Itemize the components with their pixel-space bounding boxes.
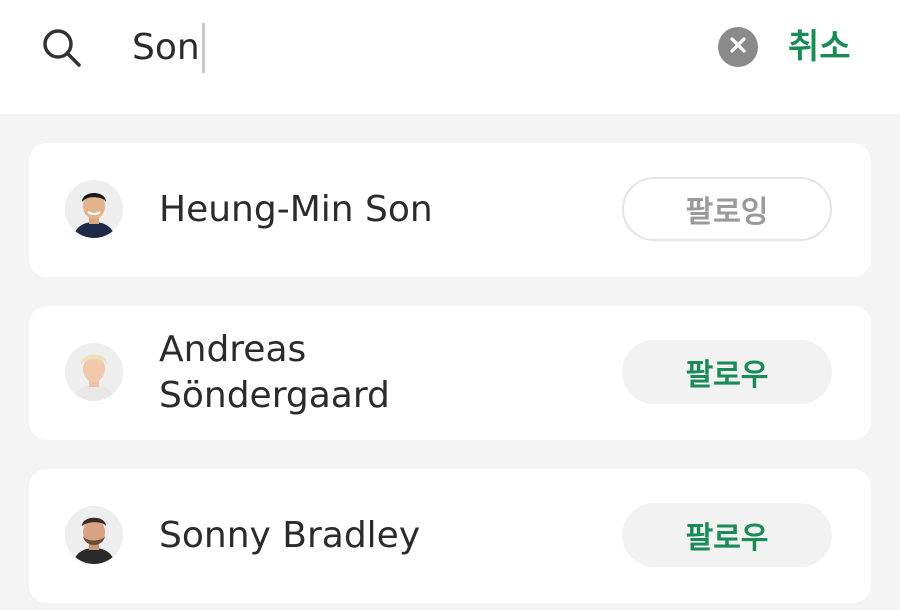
search-icon [40, 26, 84, 70]
text-caret [201, 23, 205, 73]
clear-search-button[interactable] [718, 27, 758, 67]
following-button[interactable]: 팔로잉 [622, 177, 832, 241]
avatar [65, 506, 123, 564]
search-bar: Son 취소 [0, 0, 900, 114]
player-name: Heung-Min Son [159, 189, 433, 230]
avatar [65, 180, 123, 238]
follow-button[interactable]: 팔로우 [622, 340, 832, 404]
clear-icon [729, 36, 747, 58]
list-item[interactable]: Andreas Söndergaard 팔로우 [29, 306, 871, 440]
player-name: Sonny Bradley [159, 515, 421, 556]
follow-button[interactable]: 팔로우 [622, 503, 832, 567]
player-name: Andreas Söndergaard [159, 329, 390, 416]
search-input-value: Son [132, 27, 200, 68]
cancel-button[interactable]: 취소 [788, 24, 851, 70]
list-item[interactable]: Heung-Min Son 팔로잉 [29, 143, 871, 277]
avatar [65, 343, 123, 401]
search-input[interactable]: Son [132, 22, 205, 74]
list-item[interactable]: Sonny Bradley 팔로우 [29, 469, 871, 603]
